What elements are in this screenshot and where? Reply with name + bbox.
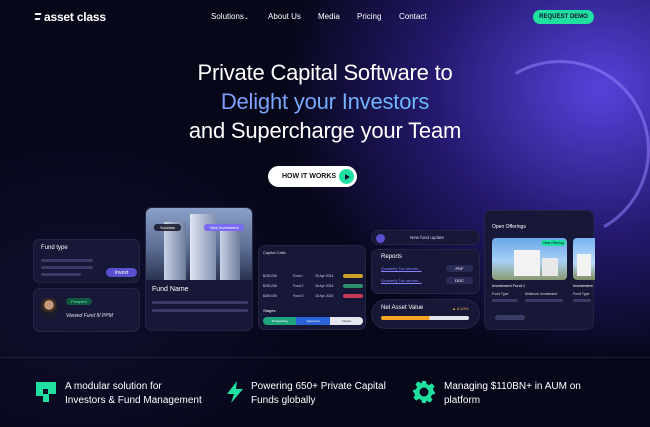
capital-calls-card: Capital Calls $150,000 Fund I 15 Apr 202… <box>258 245 366 330</box>
field-label: Fund Type <box>573 292 590 296</box>
prospect-badge: Prospect <box>66 298 92 305</box>
request-demo-button[interactable]: REQUEST DEMO <box>533 10 594 24</box>
lightning-icon <box>227 381 243 403</box>
nav-title: Net Asset Value <box>381 305 424 311</box>
nav-item-pricing[interactable]: Pricing <box>357 12 399 21</box>
fund-name-title: Fund Name <box>152 286 189 293</box>
success-chip: Success <box>154 224 181 231</box>
nav-progress-bar <box>381 316 469 320</box>
nav-item-media[interactable]: Media <box>318 12 357 21</box>
offering-name: Investment <box>573 283 593 288</box>
gear-icon <box>413 381 435 403</box>
modular-icon <box>36 382 56 402</box>
avatar <box>39 298 59 318</box>
hero-line-3: and Supercharge your Team <box>188 118 462 143</box>
placeholder-line <box>573 299 591 302</box>
feature-powering: Powering 650+ Private Capital Funds glob… <box>251 381 386 406</box>
logo-text: asset class <box>44 10 106 24</box>
play-icon <box>339 169 354 184</box>
stages-title: Stages <box>263 308 276 313</box>
nav-item-contact[interactable]: Contact <box>399 12 427 21</box>
fund-name-card: Success View Investment Fund Name <box>145 207 253 331</box>
view-investment-button[interactable]: View Investment <box>204 224 244 231</box>
chevron-down-icon: ⌄ <box>243 15 249 21</box>
offering-name: Investment Fund 1 <box>492 283 526 288</box>
update-text: New fund update <box>410 235 445 240</box>
placeholder-line <box>152 309 248 312</box>
placeholder-line <box>41 273 81 276</box>
placeholder-button <box>495 315 525 320</box>
status-badge <box>343 274 363 278</box>
placeholder-line <box>41 259 93 262</box>
field-label: Fund Type <box>492 292 509 296</box>
fund-type-title: Fund type <box>41 245 68 251</box>
open-offerings-title: Open Offerings <box>492 224 526 230</box>
table-row: $250,000 Fund 2 16 Apr 2024 <box>263 284 363 290</box>
how-it-works-label: HOW IT WORKS <box>282 173 337 180</box>
placeholder-line <box>152 301 248 304</box>
stage-closed: Closed <box>329 317 363 325</box>
building-photo: Success View Investment <box>146 208 252 280</box>
placeholder-line <box>41 266 93 269</box>
stage-approved: Approved <box>296 317 330 325</box>
net-asset-value-card: Net Asset Value ▲ 8.44% <box>371 299 480 329</box>
new-update-card[interactable]: New fund update <box>371 230 480 245</box>
hero-line-2: Delight your Investors <box>0 87 650 116</box>
prospect-activity: Viewed Fund III PPM <box>66 313 113 319</box>
feature-managing: Managing $110BN+ in AUM on platform <box>444 381 581 406</box>
status-badge <box>343 284 363 288</box>
field-label: Minimum Investment <box>525 292 558 296</box>
logo[interactable]: asset class <box>35 10 106 24</box>
nav-change: ▲ 8.44% <box>452 306 469 311</box>
hero: Private Capital Software to Delight your… <box>0 58 650 145</box>
new-offering-badge: New Offering <box>541 240 566 246</box>
logo-mark-icon <box>35 12 43 22</box>
nav-item-about[interactable]: About Us <box>268 12 318 21</box>
divider <box>0 357 650 358</box>
bell-icon <box>376 234 385 243</box>
top-nav: asset class Solutions ⌄ About Us Media P… <box>0 0 650 34</box>
offering-photo <box>573 238 595 280</box>
prospect-card: Prospect Viewed Fund III PPM <box>33 288 140 332</box>
reports-card: Reports Quarterly Tax returns... PDF Qua… <box>371 249 480 294</box>
table-row: $150,000 Fund I 15 Apr 2024 <box>263 274 363 280</box>
main-menu: Solutions ⌄ About Us Media Pricing Conta… <box>211 12 427 21</box>
how-it-works-button[interactable]: HOW IT WORKS <box>268 166 357 187</box>
stages-bar: Prospecting Approved Closed <box>263 317 363 325</box>
capital-calls-title: Capital Calls <box>263 250 286 255</box>
report-link[interactable]: Quarterly Tax returns... <box>381 278 422 283</box>
hero-line-1: Private Capital Software to <box>197 60 453 85</box>
pdf-tag: PDF <box>446 265 473 272</box>
table-row: $450,000 Fund 3 18 Apr 2024 <box>263 294 363 300</box>
doc-tag: DOC <box>446 277 473 284</box>
feature-modular: A modular solution for Investors & Fund … <box>65 381 202 406</box>
fund-type-card: Fund type Invest <box>33 239 140 283</box>
report-link[interactable]: Quarterly Tax returns... <box>381 266 422 271</box>
stage-prospecting: Prospecting <box>263 317 297 325</box>
placeholder-line <box>492 299 518 302</box>
placeholder-line <box>525 299 563 302</box>
reports-title: Reports <box>381 254 403 260</box>
nav-item-solutions[interactable]: Solutions ⌄ <box>211 12 268 21</box>
invest-button[interactable]: Invest <box>106 268 137 277</box>
open-offerings-card: Open Offerings New Offering Investment F… <box>484 210 595 330</box>
status-badge <box>343 294 363 298</box>
